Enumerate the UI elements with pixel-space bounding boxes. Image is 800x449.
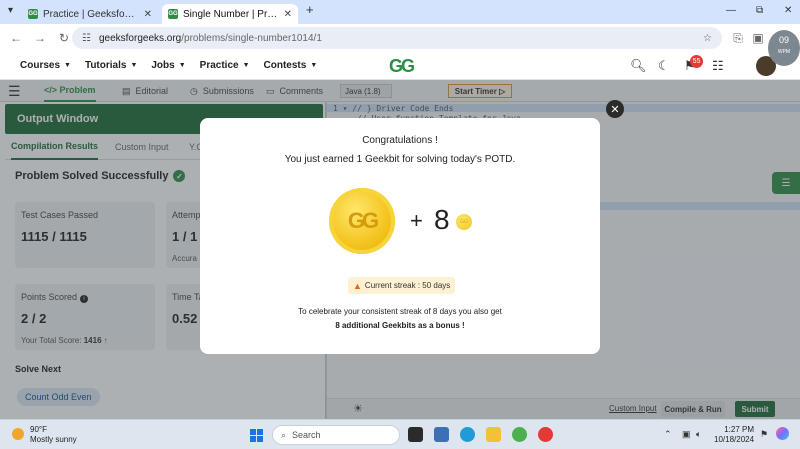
modal-title: Congratulations ! (362, 135, 438, 146)
search-icon: ⌕ (281, 429, 287, 440)
restore-icon[interactable]: ⧉ (756, 5, 763, 16)
wpm-widget: 09 WPM (768, 30, 800, 66)
chrome-icon[interactable] (512, 427, 527, 442)
sidebar-icon[interactable]: ▣ (750, 31, 766, 45)
chevron-down-icon: ▼ (178, 62, 186, 69)
copilot-icon[interactable] (776, 427, 789, 440)
nav-jobs[interactable]: Jobs ▼ (151, 60, 185, 71)
address-bar[interactable]: ☷ geeksforgeeks.org/problems/single-numb… (72, 27, 722, 49)
chevron-down-icon: ▼ (242, 62, 250, 69)
streak-badge: ▲ Current streak : 50 days (348, 277, 456, 294)
extensions-icon[interactable]: ⎘ (730, 31, 746, 46)
task-view-icon[interactable] (408, 427, 423, 442)
bonus-amount: 8 (434, 204, 450, 235)
chevron-down-icon: ▼ (310, 62, 318, 69)
chrome-profile-icon[interactable] (538, 427, 553, 442)
file-explorer-icon[interactable] (486, 427, 501, 442)
notification-bell-icon[interactable]: ⚑ (760, 429, 768, 440)
geekbit-coin-icon: GG (329, 188, 395, 254)
new-tab-icon[interactable]: + (306, 2, 314, 17)
volume-icon[interactable]: 🔈︎ (696, 429, 701, 440)
dark-mode-icon[interactable]: ☾ (658, 58, 670, 74)
browser-tab-single-number[interactable]: GG Single Number | Practice | Geek ✕ (162, 4, 298, 24)
chevron-up-icon[interactable]: ⌃ (664, 429, 672, 440)
system-clock[interactable]: 1:27 PM 10/18/2024 (714, 425, 754, 445)
close-tab-icon[interactable]: ✕ (284, 9, 292, 20)
bookmark-star-icon[interactable]: ☆ (703, 33, 712, 44)
chevron-down-icon: ▼ (130, 62, 138, 69)
translate-icon[interactable]: ☷ (712, 58, 724, 74)
nav-contests[interactable]: Contests ▼ (264, 60, 318, 71)
windows-start-icon[interactable] (250, 429, 263, 442)
close-window-icon[interactable]: ✕ (784, 5, 792, 16)
browser-toolbar: ← → ↻ ☷ geeksforgeeks.org/problems/singl… (0, 24, 800, 52)
flame-icon: ▲ (353, 280, 362, 291)
modal-subtitle: You just earned 1 Geekbit for solving to… (284, 154, 516, 165)
bonus-message: To celebrate your consistent streak of 8… (298, 307, 502, 316)
nav-practice[interactable]: Practice ▼ (200, 60, 250, 71)
close-modal-icon[interactable]: ✕ (606, 100, 624, 118)
site-info-icon[interactable]: ☷ (82, 33, 91, 44)
tab-search-icon[interactable]: ▾ (8, 5, 13, 16)
display-icon[interactable]: ▣ (682, 429, 691, 440)
bonus-message-bold: 8 additional Geekbits as a bonus ! (335, 321, 465, 330)
gfg-favicon-icon: GG (28, 9, 38, 19)
temperature: 90°F (30, 425, 47, 434)
site-header: Courses ▼ Tutorials ▼ Jobs ▼ Practice ▼ Cont… (0, 52, 800, 80)
geekbit-reward-modal: Congratulations ! You just earned 1 Geek… (200, 118, 600, 354)
plus-sign: + (410, 208, 423, 233)
back-icon[interactable]: ← (8, 31, 24, 45)
close-tab-icon[interactable]: ✕ (144, 9, 152, 20)
nav-courses[interactable]: Courses ▼ (20, 60, 71, 71)
gfg-favicon-icon: GG (168, 9, 178, 19)
gfg-logo[interactable]: GG (381, 56, 421, 76)
weather-sun-icon[interactable] (12, 428, 24, 440)
nav-tutorials[interactable]: Tutorials ▼ (85, 60, 137, 71)
search-icon[interactable]: 🔍︎ (630, 58, 647, 74)
store-icon[interactable] (434, 427, 449, 442)
reload-icon[interactable]: ↻ (56, 31, 72, 45)
weather-condition: Mostly sunny (30, 435, 77, 444)
minimize-icon[interactable]: — (726, 5, 736, 16)
browser-tab-practice[interactable]: GG Practice | GeeksforGeeks | A co ✕ (22, 4, 158, 24)
windows-taskbar: 90°F Mostly sunny ⌕ Search ⌃ ▣ 🔈︎ 1:27 PM… (0, 419, 800, 449)
chevron-down-icon: ▼ (64, 62, 71, 69)
notification-badge: 55 (690, 55, 703, 68)
edge-icon[interactable] (460, 427, 475, 442)
taskbar-search[interactable]: ⌕ Search (272, 425, 400, 445)
browser-tab-strip: ▾ GG Practice | GeeksforGeeks | A co ✕ G… (0, 0, 800, 24)
small-coin-icon: GG (456, 214, 472, 230)
forward-icon[interactable]: → (32, 31, 48, 45)
